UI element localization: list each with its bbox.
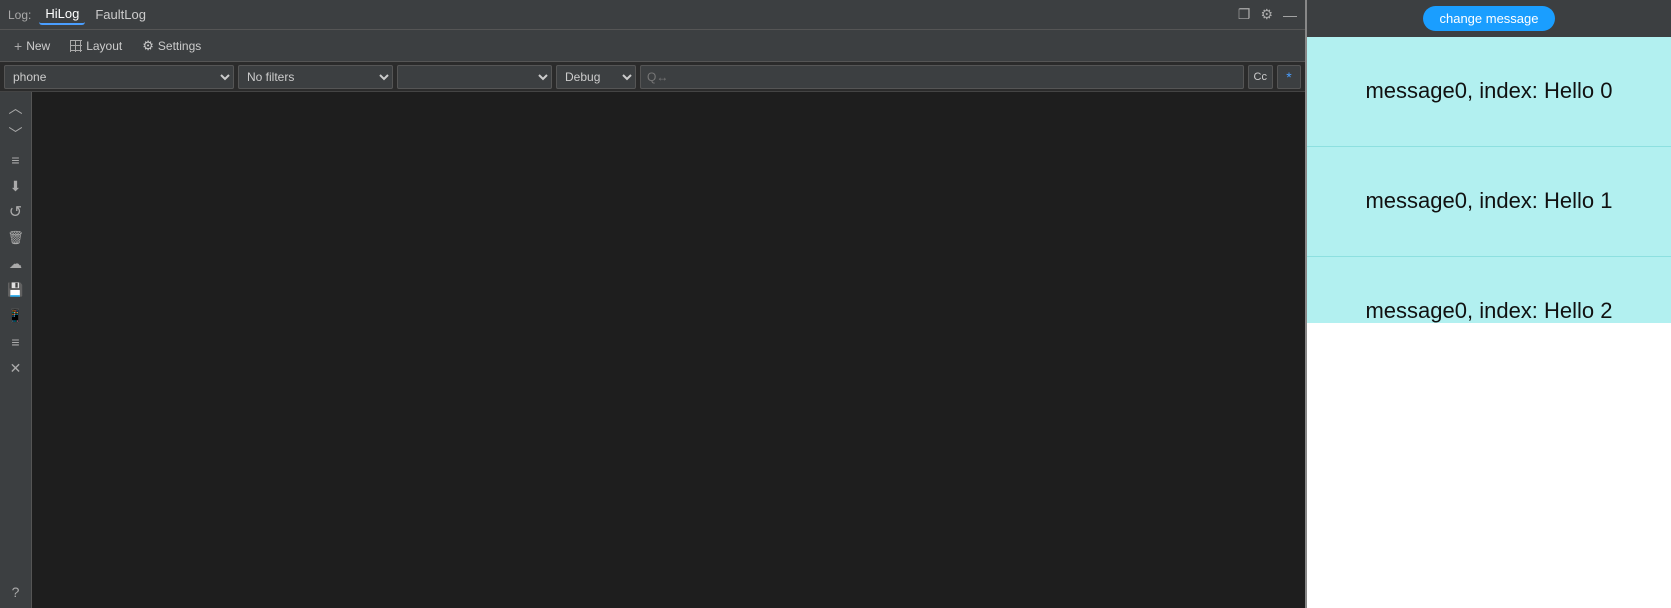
nofilter-select[interactable]: No filters bbox=[238, 65, 393, 89]
minimize-window-icon[interactable]: — bbox=[1283, 7, 1297, 23]
settings-button[interactable]: ⚙ Settings bbox=[136, 36, 207, 56]
phone-bottom-area bbox=[1307, 323, 1671, 608]
side-icons-panel: ︿ ﹀ ≡ ⬇ ↺ 🗑 ☁ 💾 📱 ≡ ✕ ? bbox=[0, 92, 32, 608]
message-text-0: message0, index: Hello 0 bbox=[1365, 76, 1612, 107]
main-content: ︿ ﹀ ≡ ⬇ ↺ 🗑 ☁ 💾 📱 ≡ ✕ ? bbox=[0, 92, 1305, 608]
change-message-button[interactable]: change message bbox=[1423, 6, 1554, 31]
log-label: Log: bbox=[8, 8, 31, 22]
log-area[interactable] bbox=[32, 92, 1305, 608]
download-icon[interactable]: ⬇ bbox=[4, 174, 28, 198]
cloud-icon[interactable]: ☁ bbox=[4, 252, 28, 276]
menu-faultlog[interactable]: FaultLog bbox=[89, 5, 152, 24]
help-question-icon[interactable]: ? bbox=[4, 580, 28, 604]
filter-bar: phone No filters Debug Info Warn Error C… bbox=[0, 62, 1305, 92]
list-settings-icon[interactable]: ≡ bbox=[4, 330, 28, 354]
left-panel: Log: HiLog FaultLog ❐ ⚙ — + New Layout ⚙… bbox=[0, 0, 1305, 608]
trash-icon[interactable]: 🗑 bbox=[4, 226, 28, 250]
grid-icon bbox=[70, 40, 82, 52]
message-text-1: message0, index: Hello 1 bbox=[1365, 186, 1612, 217]
refresh-icon[interactable]: ↺ bbox=[4, 200, 28, 224]
chevron-up-icon[interactable]: ︿ bbox=[4, 96, 28, 120]
phone-screen: message0, index: Hello 0 message0, index… bbox=[1307, 37, 1671, 323]
message-item-2: message0, index: Hello 2 bbox=[1307, 257, 1671, 323]
save-icon[interactable]: 💾 bbox=[4, 278, 28, 302]
toolbar: + New Layout ⚙ Settings bbox=[0, 30, 1305, 62]
phone-top-bar: change message bbox=[1307, 0, 1671, 37]
menu-hilog[interactable]: HiLog bbox=[39, 4, 85, 25]
gear-icon: ⚙ bbox=[142, 38, 154, 54]
search-input[interactable] bbox=[640, 65, 1244, 89]
message-text-2: message0, index: Hello 2 bbox=[1365, 296, 1612, 322]
message-item-1: message0, index: Hello 1 bbox=[1307, 147, 1671, 257]
filter-lines-icon[interactable]: ≡ bbox=[4, 148, 28, 172]
level-select[interactable]: Debug Info Warn Error bbox=[556, 65, 636, 89]
chevron-down-icon[interactable]: ﹀ bbox=[4, 122, 28, 146]
device-select[interactable]: phone bbox=[4, 65, 234, 89]
layout-button[interactable]: Layout bbox=[64, 37, 128, 55]
phone-device-icon[interactable]: 📱 bbox=[4, 304, 28, 328]
menu-bar: Log: HiLog FaultLog ❐ ⚙ — bbox=[0, 0, 1305, 30]
plus-icon: + bbox=[14, 38, 22, 54]
new-button[interactable]: + New bbox=[8, 36, 56, 56]
settings-window-icon[interactable]: ⚙ bbox=[1260, 6, 1273, 23]
message-item-0: message0, index: Hello 0 bbox=[1307, 37, 1671, 147]
regex-button[interactable]: * bbox=[1277, 65, 1301, 89]
case-sensitive-button[interactable]: Cc bbox=[1248, 65, 1273, 89]
restore-window-icon[interactable]: ❐ bbox=[1238, 6, 1251, 23]
tag-select[interactable] bbox=[397, 65, 552, 89]
x-close-icon[interactable]: ✕ bbox=[4, 356, 28, 380]
right-panel: change message message0, index: Hello 0 … bbox=[1305, 0, 1671, 608]
